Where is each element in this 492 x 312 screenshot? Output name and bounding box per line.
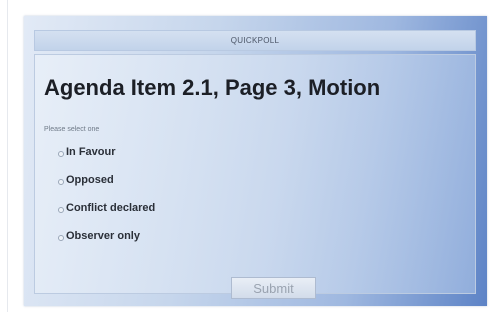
poll-title: Agenda Item 2.1, Page 3, Motion xyxy=(44,75,381,100)
page-divider xyxy=(7,0,8,312)
widget-title: QUICKPOLL xyxy=(230,36,280,45)
quickpoll-widget: QUICKPOLL Agenda Item 2.1, Page 3, Motio… xyxy=(24,16,487,306)
poll-panel: Agenda Item 2.1, Page 3, Motion Please s… xyxy=(34,54,476,299)
option-label[interactable]: Observer only xyxy=(66,230,140,242)
widget-header: QUICKPOLL xyxy=(34,30,476,51)
option-observer-only[interactable]: Observer only xyxy=(58,230,155,258)
option-label[interactable]: Opposed xyxy=(66,174,114,186)
poll-instruction: Please select one xyxy=(44,126,100,133)
option-conflict-declared[interactable]: Conflict declared xyxy=(58,202,155,230)
option-label[interactable]: In Favour xyxy=(66,146,116,158)
radio-button[interactable] xyxy=(58,151,64,157)
option-label[interactable]: Conflict declared xyxy=(66,202,155,214)
submit-button[interactable]: Submit xyxy=(231,277,316,299)
option-in-favour[interactable]: In Favour xyxy=(58,146,155,174)
radio-button[interactable] xyxy=(58,179,64,185)
radio-button[interactable] xyxy=(58,207,64,213)
poll-options: In Favour Opposed Conflict declared Obse… xyxy=(58,146,155,258)
option-opposed[interactable]: Opposed xyxy=(58,174,155,202)
radio-button[interactable] xyxy=(58,235,64,241)
